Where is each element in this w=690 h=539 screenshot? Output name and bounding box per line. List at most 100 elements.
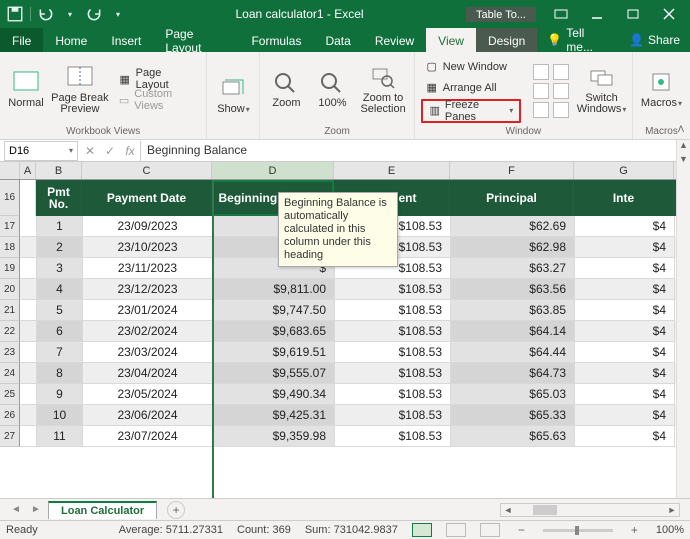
cell[interactable]: $63.85 xyxy=(451,300,575,321)
scroll-up-icon[interactable]: ▲ xyxy=(677,140,690,154)
cancel-icon[interactable]: ✕ xyxy=(80,141,100,161)
row-header[interactable]: 27 xyxy=(0,426,20,447)
cell[interactable] xyxy=(20,405,37,426)
cell[interactable]: $9,683.65 xyxy=(213,321,335,342)
zoom-selection-button[interactable]: Zoom to Selection xyxy=(356,58,409,122)
cell[interactable]: 1 xyxy=(37,216,83,237)
cell[interactable]: $63.56 xyxy=(451,279,575,300)
row-header[interactable]: 20 xyxy=(0,279,20,300)
row-header[interactable]: 17 xyxy=(0,216,20,237)
cell[interactable]: $4 xyxy=(575,342,675,363)
cell[interactable]: $63.27 xyxy=(451,258,575,279)
cell[interactable]: 23/06/2024 xyxy=(83,405,213,426)
sheet-tab-active[interactable]: Loan Calculator xyxy=(48,501,157,519)
cell[interactable] xyxy=(20,384,37,405)
tab-data[interactable]: Data xyxy=(313,28,362,52)
reset-pos-icon[interactable] xyxy=(533,102,549,118)
cell[interactable]: 4 xyxy=(37,279,83,300)
page-break-preview-button[interactable]: Page Break Preview xyxy=(50,58,110,122)
cell[interactable]: $62.69 xyxy=(451,216,575,237)
row-header[interactable]: 16 xyxy=(0,180,20,216)
cell[interactable]: $4 xyxy=(575,363,675,384)
row-header[interactable]: 26 xyxy=(0,405,20,426)
new-window-button[interactable]: ▢New Window xyxy=(421,57,521,77)
save-icon[interactable] xyxy=(6,5,24,23)
col-header-D[interactable]: D xyxy=(212,162,334,179)
cell[interactable]: $9,490.34 xyxy=(213,384,335,405)
tab-scroll-last-icon[interactable]: ► xyxy=(28,502,44,518)
arrange-all-button[interactable]: ▦Arrange All xyxy=(421,78,521,98)
cell[interactable] xyxy=(20,216,37,237)
tell-me[interactable]: 💡Tell me... xyxy=(537,28,619,52)
enter-icon[interactable]: ✓ xyxy=(100,141,120,161)
col-header-E[interactable]: E xyxy=(334,162,450,179)
header-pmt-no[interactable]: Pmt No. xyxy=(36,180,82,216)
cell[interactable]: $4 xyxy=(575,237,675,258)
undo-icon[interactable] xyxy=(37,5,55,23)
row-header[interactable]: 19 xyxy=(0,258,20,279)
cell[interactable] xyxy=(20,300,37,321)
cell[interactable]: 23/01/2024 xyxy=(83,300,213,321)
zoom-in-icon[interactable]: + xyxy=(627,523,642,537)
row-header[interactable]: 23 xyxy=(0,342,20,363)
cell[interactable]: 23/09/2023 xyxy=(83,216,213,237)
view-side-icon[interactable] xyxy=(533,83,549,99)
normal-view-button[interactable]: Normal xyxy=(4,58,48,122)
cell[interactable]: $4 xyxy=(575,384,675,405)
cell[interactable]: $9,747.50 xyxy=(213,300,335,321)
cell[interactable]: $9,811.00 xyxy=(213,279,335,300)
tab-insert[interactable]: Insert xyxy=(99,28,153,52)
custom-views-button[interactable]: ▭Custom Views xyxy=(114,90,201,110)
name-box[interactable]: D16▾ xyxy=(4,141,78,161)
row-header[interactable]: 21 xyxy=(0,300,20,321)
cell[interactable]: 23/04/2024 xyxy=(83,363,213,384)
sync-scroll-icon[interactable] xyxy=(553,83,569,99)
cell[interactable]: $108.53 xyxy=(335,321,451,342)
share-button[interactable]: 👤Share xyxy=(619,28,690,52)
header-principal[interactable]: Principal xyxy=(450,180,574,216)
cell[interactable]: $108.53 xyxy=(335,426,451,447)
zoom-slider[interactable] xyxy=(543,529,613,532)
cell[interactable]: $108.53 xyxy=(335,405,451,426)
cell[interactable]: $4 xyxy=(575,426,675,447)
maximize-icon[interactable] xyxy=(616,3,650,25)
fx-icon[interactable]: fx xyxy=(120,141,140,161)
cell[interactable]: 5 xyxy=(37,300,83,321)
ribbon-display-icon[interactable] xyxy=(544,3,578,25)
unhide-icon[interactable] xyxy=(553,102,569,118)
col-header-G[interactable]: G xyxy=(574,162,674,179)
cell[interactable] xyxy=(20,342,37,363)
switch-windows-button[interactable]: Switch Windows▾ xyxy=(575,58,628,122)
row-header[interactable]: 24 xyxy=(0,363,20,384)
formula-input[interactable]: Beginning Balance xyxy=(140,141,690,161)
col-header-B[interactable]: B xyxy=(36,162,82,179)
page-break-status-icon[interactable] xyxy=(480,523,500,537)
cell[interactable] xyxy=(20,426,37,447)
cell[interactable]: $64.44 xyxy=(451,342,575,363)
cell[interactable]: $65.03 xyxy=(451,384,575,405)
cell[interactable] xyxy=(20,279,37,300)
tab-design[interactable]: Design xyxy=(476,28,537,52)
tab-review[interactable]: Review xyxy=(363,28,426,52)
cell[interactable]: 23/05/2024 xyxy=(83,384,213,405)
select-all-corner[interactable] xyxy=(0,162,20,179)
cell[interactable]: $65.33 xyxy=(451,405,575,426)
cell[interactable]: 23/11/2023 xyxy=(83,258,213,279)
zoom-button[interactable]: Zoom xyxy=(264,58,308,122)
cell[interactable] xyxy=(20,363,37,384)
cell[interactable]: 11 xyxy=(37,426,83,447)
scroll-right-icon[interactable]: ► xyxy=(665,505,679,515)
cell[interactable]: $108.53 xyxy=(335,300,451,321)
minimize-icon[interactable] xyxy=(580,3,614,25)
cell[interactable] xyxy=(20,237,37,258)
row-header[interactable]: 18 xyxy=(0,237,20,258)
hide-icon[interactable] xyxy=(553,64,569,80)
cell[interactable]: $9,359.98 xyxy=(213,426,335,447)
col-header-C[interactable]: C xyxy=(82,162,212,179)
cell[interactable]: $108.53 xyxy=(335,342,451,363)
macros-button[interactable]: Macros▾ xyxy=(637,58,686,122)
cell[interactable] xyxy=(20,258,37,279)
col-header-A[interactable]: A xyxy=(20,162,36,179)
cell[interactable]: $4 xyxy=(575,258,675,279)
cell[interactable]: 7 xyxy=(37,342,83,363)
